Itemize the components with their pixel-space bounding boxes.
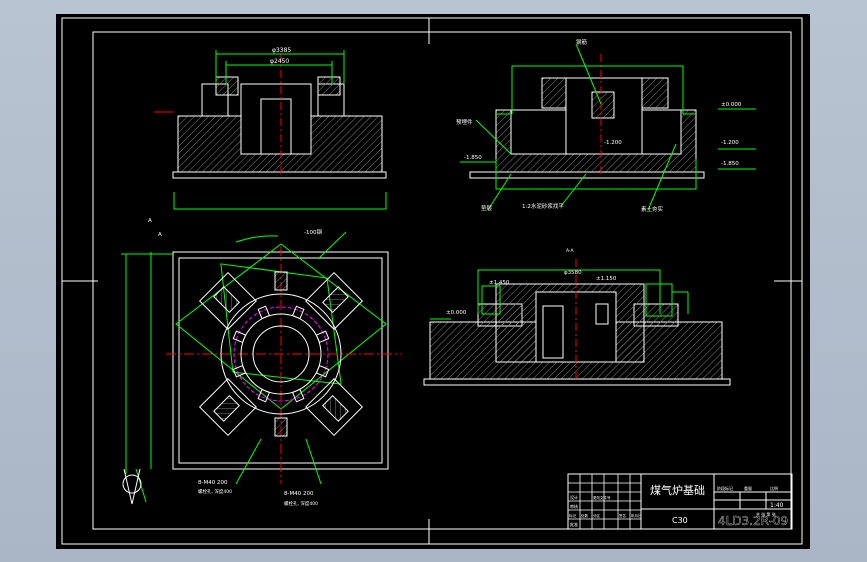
sheet-border-inner bbox=[92, 31, 792, 530]
front-base-slab bbox=[172, 171, 387, 179]
section-level-right: -1.850 bbox=[721, 161, 739, 167]
elevation-label-top: A-A bbox=[566, 248, 575, 254]
title-row-label-5: 年月日 bbox=[631, 513, 642, 518]
section-leader-left: 预埋件 bbox=[456, 118, 473, 126]
elevation-level-right-top: ±1.150 bbox=[596, 276, 617, 282]
title-row-label-1: 处数 bbox=[581, 513, 589, 518]
plan-bolt-right: 8-M40 200 bbox=[284, 491, 314, 497]
drawing-viewport[interactable]: φ3385 φ2450 钢筋 预埋件 ±0.000 -1.200 -1.850 … bbox=[56, 14, 810, 549]
title-drawing-number: 4LD3.2R-09 bbox=[718, 514, 788, 528]
section-leader-bottom-right: 素土夯实 bbox=[641, 205, 664, 213]
front-dim-outer: φ3385 bbox=[272, 47, 291, 54]
title-approver: 批准 bbox=[570, 521, 578, 527]
section-level-center: -1.200 bbox=[604, 140, 622, 146]
section-leader-bottom-left: 垫层 bbox=[481, 204, 493, 212]
plan-label-a-mid: A bbox=[158, 232, 162, 238]
plan-bolt-right-note: 螺栓孔, 深度400 bbox=[284, 500, 318, 507]
elevation-dim-top: φ3580 bbox=[564, 270, 582, 276]
title-weight-label: 重量 bbox=[744, 485, 752, 491]
plan-bolt-left: 8-M40 200 bbox=[198, 480, 228, 486]
elevation-view: A-A φ3580 ±1.450 ±1.150 ±0.000 bbox=[423, 248, 731, 386]
plan-label-a-top: A bbox=[148, 218, 152, 224]
title-material: C30 bbox=[672, 516, 688, 525]
elevation-level-left-top: ±1.450 bbox=[489, 280, 510, 286]
title-drawing-name: 煤气炉基础 bbox=[650, 483, 705, 497]
title-scale: 1:40 bbox=[770, 502, 784, 509]
title-row-label-0: 标记 bbox=[569, 513, 577, 518]
section-level-top: ±0.000 bbox=[721, 102, 742, 108]
plan-bolt-left-note: 螺栓孔, 深度400 bbox=[198, 488, 232, 495]
section-level-mid: -1.200 bbox=[721, 140, 739, 146]
cad-drawing: φ3385 φ2450 钢筋 预埋件 ±0.000 -1.200 -1.850 … bbox=[61, 17, 803, 545]
front-dim-inner: φ2450 bbox=[270, 58, 289, 65]
title-row-label-2: 分区 bbox=[593, 513, 601, 518]
section-level-left: -1.850 bbox=[464, 155, 482, 161]
section-view: 钢筋 预埋件 ±0.000 -1.200 -1.850 -1.850 -1.20… bbox=[456, 38, 756, 213]
title-row-label-4: 签名 bbox=[619, 513, 626, 518]
title-designer: 设计 bbox=[570, 494, 578, 500]
plan-dim-top: -100钢 bbox=[304, 228, 322, 236]
title-sheets: 共 张 第 张 bbox=[756, 511, 776, 517]
front-view: φ3385 φ2450 bbox=[154, 47, 387, 210]
title-row-label-3: 更改文件号 bbox=[593, 495, 611, 500]
elevation-level-left: ±0.000 bbox=[446, 310, 467, 316]
title-scale-label: 比例 bbox=[770, 485, 778, 491]
plan-view: A A -100钢 8-M40 200 螺栓孔, 深度400 8-M40 200… bbox=[121, 218, 401, 507]
section-leader-bottom-mid: 1:2水泥砂浆找平 bbox=[522, 202, 564, 210]
section-leader-top: 钢筋 bbox=[576, 38, 588, 46]
title-checker: 审核 bbox=[570, 503, 578, 509]
title-stage-label: 阶段标记 bbox=[717, 485, 733, 491]
